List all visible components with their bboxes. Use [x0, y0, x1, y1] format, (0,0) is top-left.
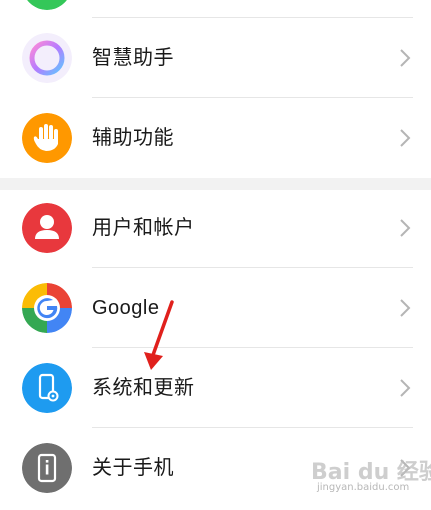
chevron-right-icon	[400, 379, 411, 397]
settings-row-assistant[interactable]: 智慧助手	[0, 18, 431, 98]
user-icon	[22, 203, 72, 253]
settings-row-partial[interactable]	[0, 0, 431, 18]
chevron-right-icon	[400, 219, 411, 237]
settings-row-system-updates[interactable]: 系统和更新	[0, 348, 431, 428]
partial-green-icon	[22, 0, 72, 10]
settings-row-label: 智慧助手	[92, 47, 174, 69]
settings-row-label: 用户和帐户	[92, 217, 195, 239]
settings-row-google[interactable]: Google	[0, 268, 431, 348]
watermark-url: jingyan.baidu.com	[317, 482, 410, 493]
hand-icon	[22, 113, 72, 163]
settings-row-users-accounts[interactable]: 用户和帐户	[0, 188, 431, 268]
assistant-ring-icon	[22, 33, 72, 83]
red-pointer-arrow	[144, 300, 174, 370]
chevron-right-icon	[400, 49, 411, 67]
about-phone-icon	[22, 443, 72, 493]
settings-row-accessibility[interactable]: 辅助功能	[0, 98, 431, 178]
settings-row-label: 关于手机	[92, 457, 174, 479]
chevron-right-icon	[400, 299, 411, 317]
settings-row-label: 辅助功能	[92, 127, 174, 149]
google-icon	[22, 283, 72, 333]
baidu-jingyan-watermark: Bai du 经验 jingyan.baidu.com	[311, 454, 431, 498]
chevron-right-icon	[400, 129, 411, 147]
system-update-icon	[22, 363, 72, 413]
